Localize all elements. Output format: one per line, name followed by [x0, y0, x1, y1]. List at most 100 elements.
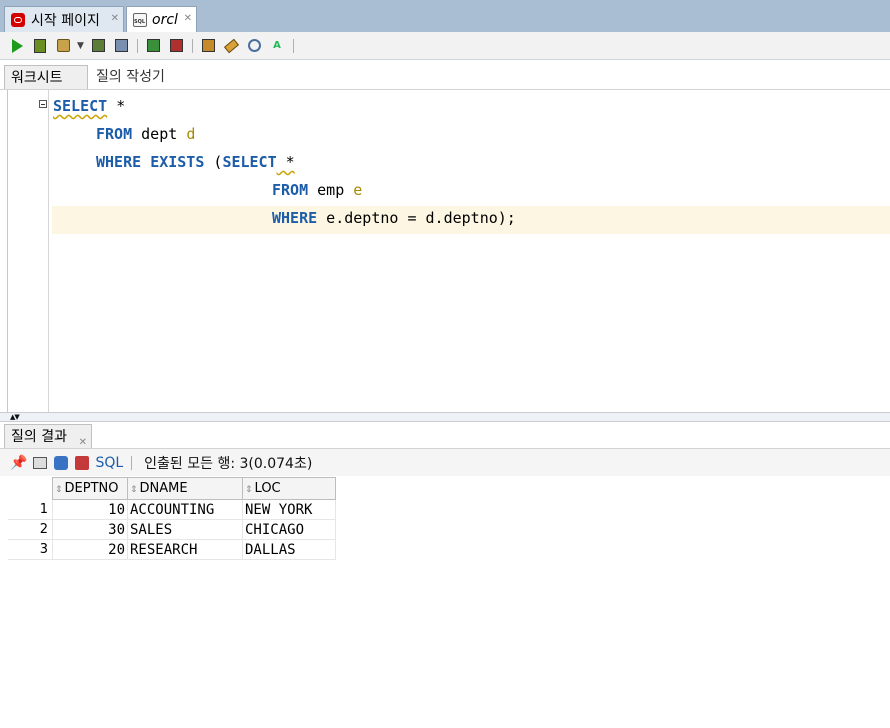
sort-icon: ⇕ — [245, 485, 253, 495]
column-header-dname[interactable]: ⇕ DNAME — [127, 477, 243, 500]
database-commit-icon — [56, 39, 70, 52]
cell-deptno[interactable]: 30 — [52, 519, 128, 540]
column-header-deptno[interactable]: ⇕ DEPTNO — [52, 477, 128, 500]
cell-deptno[interactable]: 20 — [52, 539, 128, 560]
results-toolbar: 📌 SQL 인출된 모든 행: 3(0.074초) — [0, 449, 890, 476]
document-tab-bar: 시작 페이지 ✕ orcl ✕ — [0, 0, 890, 32]
export-icon[interactable] — [75, 455, 90, 470]
splitter-arrows-icon[interactable]: ▲▼ — [10, 413, 20, 421]
run-script-button[interactable] — [31, 37, 49, 55]
tab-orcl[interactable]: orcl ✕ — [126, 6, 197, 32]
row-number: 3 — [8, 539, 53, 560]
row-number: 1 — [8, 499, 53, 520]
table-header-row: ⇕ DEPTNO ⇕ DNAME ⇕ LOC — [8, 477, 336, 500]
sql-keyword: EXISTS — [150, 153, 205, 171]
code-line: WHERE e.deptno = d.deptno); — [53, 204, 516, 232]
run-script-icon — [34, 38, 46, 53]
rollback-button[interactable] — [167, 37, 185, 55]
fetch-status-text: 인출된 모든 행: 3(0.074초) — [144, 455, 313, 472]
table-alias: e — [353, 181, 363, 199]
toolbar-separator — [192, 38, 193, 53]
print-icon[interactable] — [33, 456, 48, 469]
commit-button[interactable] — [54, 37, 72, 55]
result-grid[interactable]: ⇕ DEPTNO ⇕ DNAME ⇕ LOC 1 10 ACCOUNTING NEW … — [8, 477, 336, 560]
explain-plan-button[interactable] — [89, 37, 107, 55]
code-text: e.deptno = d.deptno); — [317, 209, 516, 227]
worksheet-sub-tab-bar: 워크시트 질의 작성기 — [0, 63, 890, 90]
tab-start-page-label: 시작 페이지 — [31, 12, 100, 29]
refresh-icon[interactable] — [54, 455, 69, 470]
code-text: * — [107, 97, 126, 115]
cell-loc[interactable]: NEW YORK — [242, 499, 336, 520]
code-text: emp — [308, 181, 354, 199]
sql-keyword: WHERE — [96, 153, 142, 171]
sql-editor[interactable]: SELECT * FROM dept d WHERE EXISTS (SELEC… — [0, 90, 890, 412]
column-header-label: LOC — [254, 481, 281, 496]
column-header-loc[interactable]: ⇕ LOC — [242, 477, 336, 500]
sql-keyword: FROM — [272, 181, 309, 199]
sql-worksheet-icon — [133, 12, 147, 27]
explain-plan-icon — [91, 39, 105, 52]
code-line: FROM emp e — [53, 176, 362, 204]
rollback-icon — [169, 39, 183, 52]
pin-icon[interactable]: 📌 — [10, 455, 27, 471]
sql-keyword: SELECT — [53, 97, 108, 115]
table-row[interactable]: 1 10 ACCOUNTING NEW YORK — [8, 499, 336, 520]
close-icon[interactable]: ✕ — [111, 13, 119, 24]
sql-tuning-button[interactable] — [199, 37, 217, 55]
result-table: ⇕ DEPTNO ⇕ DNAME ⇕ LOC 1 10 ACCOUNTING NEW … — [8, 477, 336, 560]
cell-dname[interactable]: RESEARCH — [127, 539, 243, 560]
cell-deptno[interactable]: 10 — [52, 499, 128, 520]
row-number-header — [8, 477, 53, 500]
commit-icon — [146, 39, 160, 52]
column-header-label: DEPTNO — [64, 481, 119, 496]
sql-keyword: SELECT — [222, 153, 277, 171]
column-header-label: DNAME — [139, 481, 188, 496]
worksheet-toolbar: ▼ A — [0, 32, 890, 60]
row-number: 2 — [8, 519, 53, 540]
toolbar-separator — [293, 38, 294, 53]
cell-loc[interactable]: CHICAGO — [242, 519, 336, 540]
tab-start-page[interactable]: 시작 페이지 ✕ — [4, 6, 124, 32]
autotrace-button[interactable] — [112, 37, 130, 55]
run-icon — [11, 38, 23, 53]
table-alias: d — [186, 125, 196, 143]
commit-transaction-button[interactable] — [144, 37, 162, 55]
toolbar-separator — [131, 455, 133, 470]
chevron-down-icon[interactable]: ▼ — [77, 41, 85, 51]
tuning-icon — [201, 39, 215, 52]
cell-loc[interactable]: DALLAS — [242, 539, 336, 560]
code-text: * — [276, 153, 295, 171]
format-button[interactable]: A — [268, 37, 286, 55]
clear-button[interactable] — [222, 37, 240, 55]
oracle-icon — [11, 12, 25, 27]
code-line: SELECT * — [53, 92, 125, 120]
sql-keyword: FROM — [96, 125, 133, 143]
run-statement-button[interactable] — [8, 37, 26, 55]
tab-query-result[interactable]: 질의 결과 ✕ — [4, 424, 92, 448]
format-icon: A — [273, 40, 281, 51]
toolbar-separator — [137, 38, 138, 53]
sql-button[interactable]: SQL — [95, 455, 123, 471]
tab-orcl-label: orcl — [152, 11, 178, 28]
sort-icon: ⇕ — [55, 485, 63, 495]
collapse-icon[interactable] — [39, 100, 47, 108]
table-row[interactable]: 3 20 RESEARCH DALLAS — [8, 539, 336, 560]
code-text: dept — [132, 125, 187, 143]
sql-keyword: WHERE — [272, 209, 318, 227]
history-button[interactable] — [245, 37, 263, 55]
pane-splitter[interactable]: ▲▼ — [0, 412, 890, 422]
cell-dname[interactable]: SALES — [127, 519, 243, 540]
results-tab-bar: 질의 결과 ✕ — [0, 422, 890, 449]
tab-worksheet[interactable]: 워크시트 — [4, 65, 88, 89]
autotrace-icon — [114, 39, 128, 52]
editor-gutter-line — [48, 90, 49, 412]
code-line: WHERE EXISTS (SELECT * — [53, 148, 295, 176]
cell-dname[interactable]: ACCOUNTING — [127, 499, 243, 520]
table-row[interactable]: 2 30 SALES CHICAGO — [8, 519, 336, 540]
eraser-icon — [223, 38, 239, 53]
close-icon[interactable]: ✕ — [184, 13, 192, 24]
code-text: ( — [204, 153, 223, 171]
tab-query-result-label: 질의 결과 — [11, 429, 67, 445]
tab-query-builder[interactable]: 질의 작성기 — [90, 65, 171, 89]
